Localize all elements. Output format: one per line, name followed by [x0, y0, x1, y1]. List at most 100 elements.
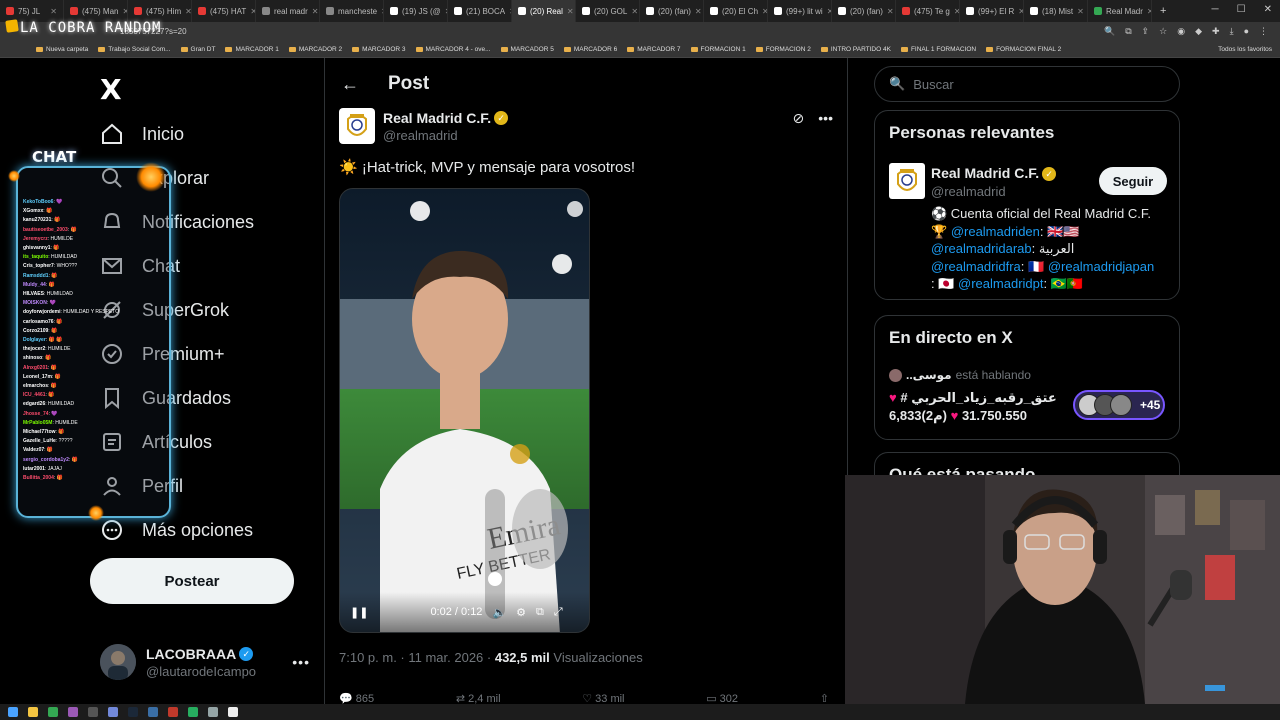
bookmark-item[interactable]: MARCADOR 4 - ove...: [415, 46, 491, 53]
download-icon[interactable]: ⤓: [1230, 26, 1234, 37]
share-icon[interactable]: ⇪: [1142, 26, 1150, 37]
grok-icon[interactable]: ⊘: [793, 110, 805, 127]
bookmark-item[interactable]: MARCADOR 5: [500, 46, 554, 53]
mention-link[interactable]: @realmadridjapan: [1048, 259, 1154, 274]
mention-link[interactable]: @realmadridpt: [958, 276, 1043, 291]
tab-close-icon[interactable]: ✕: [185, 7, 191, 16]
bookmark-item[interactable]: FINAL 1 FORMACION: [900, 46, 976, 53]
bookmark-item[interactable]: MARCADOR 1: [225, 46, 279, 53]
relevant-name[interactable]: Real Madrid C.F. ✓: [931, 165, 1057, 182]
more-icon[interactable]: •••: [818, 110, 833, 127]
search-box[interactable]: 🔍: [874, 66, 1180, 102]
browser-tab[interactable]: (475) Te g ✕: [896, 0, 960, 22]
puzzle-icon[interactable]: ✚: [1212, 26, 1220, 37]
zoom-icon[interactable]: 🔍: [1104, 26, 1115, 37]
x-logo[interactable]: X: [100, 73, 122, 106]
minimize-icon[interactable]: ─: [1212, 4, 1219, 15]
post-timestamp[interactable]: 7:10 p. m. · 11 mar. 2026 ·: [339, 650, 495, 665]
bookmark-item[interactable]: MARCADOR 3: [352, 46, 406, 53]
obs-icon[interactable]: [228, 707, 238, 717]
nav-item-inicio[interactable]: Inicio: [100, 122, 184, 146]
app-icon[interactable]: [68, 707, 78, 717]
relevant-handle[interactable]: @realmadrid: [931, 184, 1006, 199]
chrome-icon[interactable]: [48, 707, 58, 717]
tab-close-icon[interactable]: ✕: [567, 7, 574, 16]
pause-icon[interactable]: ❚❚: [350, 606, 368, 619]
mention-link[interactable]: @realmadridfra: [931, 259, 1021, 274]
browser-tab[interactable]: (19) JS (@✕: [384, 0, 448, 22]
search-input[interactable]: [913, 76, 1154, 92]
space-title[interactable]: ♥ # عتق_رقبه_زياد_الحربي: [889, 390, 1057, 406]
profile-icon[interactable]: ●: [1244, 26, 1249, 37]
author-name[interactable]: Real Madrid C.F.: [383, 110, 491, 126]
app-icon[interactable]: [88, 707, 98, 717]
real-madrid-crest-icon[interactable]: [889, 163, 925, 199]
browser-tab[interactable]: real madr ✕: [256, 0, 320, 22]
listeners-badge[interactable]: +45: [1073, 390, 1165, 420]
app-icon[interactable]: [148, 707, 158, 717]
close-icon[interactable]: ✕: [1264, 4, 1272, 15]
back-arrow-icon[interactable]: ←: [341, 74, 359, 95]
bookmark-item[interactable]: Nueva carpeta: [36, 46, 88, 53]
browser-tab[interactable]: (475) Man✕: [64, 0, 128, 22]
bookmark-item[interactable]: FORMACION 2: [755, 46, 811, 53]
browser-tab[interactable]: (475) HAT✕: [192, 0, 256, 22]
account-switcher[interactable]: LACOBRAAA ✓ @lautarodeIcampo •••: [100, 644, 310, 680]
follow-button[interactable]: Seguir: [1099, 167, 1167, 195]
nav-item-m-s-opciones[interactable]: Más opciones: [100, 518, 253, 542]
browser-tab[interactable]: (475) Him ✕: [128, 0, 192, 22]
bookmark-item[interactable]: MARCADOR 6: [563, 46, 617, 53]
extension-icon[interactable]: ◉: [1177, 26, 1185, 37]
app-icon[interactable]: [168, 707, 178, 717]
extension-icon[interactable]: ◆: [1195, 26, 1202, 37]
browser-tab[interactable]: (99+) El R✕: [960, 0, 1024, 22]
tab-close-icon[interactable]: ✕: [50, 7, 57, 16]
discord-icon[interactable]: [108, 707, 118, 717]
pip-icon[interactable]: ⧉: [536, 606, 544, 619]
bookmark-item[interactable]: MARCADOR 7: [627, 46, 681, 53]
browser-tab[interactable]: (20) El Ch✕: [704, 0, 768, 22]
post-author[interactable]: Real Madrid C.F. ✓ @realmadrid: [339, 108, 509, 144]
tab-close-icon[interactable]: ✕: [312, 7, 319, 16]
mention-link[interactable]: @realmadriden: [951, 224, 1040, 239]
windows-start-icon[interactable]: [8, 707, 18, 717]
mute-icon[interactable]: 🔈: [492, 606, 506, 619]
app-icon[interactable]: [188, 707, 198, 717]
star-icon[interactable]: ☆: [1159, 26, 1167, 37]
bookmark-item[interactable]: FORMACION FINAL 2: [986, 46, 1061, 53]
browser-tab[interactable]: (20) GOL ✕: [576, 0, 640, 22]
browser-tab[interactable]: (20) Real ✕: [512, 0, 576, 22]
tab-close-icon[interactable]: ✕: [695, 7, 702, 16]
live-host[interactable]: ..موسى está hablando: [889, 368, 1031, 382]
settings-icon[interactable]: ⚙: [516, 606, 526, 619]
browser-tab[interactable]: (20) (fan) ✕: [832, 0, 896, 22]
browser-tab[interactable]: mancheste✕: [320, 0, 384, 22]
maximize-icon[interactable]: ☐: [1237, 4, 1246, 15]
browser-tab[interactable]: (99+) lit wi✕: [768, 0, 832, 22]
fullscreen-icon[interactable]: ⤢: [554, 606, 563, 619]
menu-icon[interactable]: ⋮: [1259, 26, 1268, 37]
browser-tab[interactable]: (20) (fan) ✕: [640, 0, 704, 22]
mention-link[interactable]: @realmadridarab: [931, 241, 1032, 256]
new-tab-icon[interactable]: +: [1152, 5, 1174, 17]
post-button[interactable]: Postear: [90, 558, 294, 604]
bookmark-item[interactable]: Trabajo Social Com...: [98, 46, 171, 53]
app-icon[interactable]: [208, 707, 218, 717]
browser-tab[interactable]: (21) BOCA✕: [448, 0, 512, 22]
post-video[interactable]: Emira FLY BETTER ❚❚ 0:02 / 0:12 🔈 ⚙ ⧉ ⤢: [339, 188, 590, 633]
bookmark-item[interactable]: FORMACION 1: [690, 46, 746, 53]
browser-tab[interactable]: 75) JL ✕: [0, 0, 64, 22]
author-handle[interactable]: @realmadrid: [383, 128, 508, 143]
folder-icon[interactable]: [28, 707, 38, 717]
install-icon[interactable]: ⧉: [1125, 26, 1131, 37]
browser-tab[interactable]: Real Madr✕: [1088, 0, 1152, 22]
more-icon[interactable]: •••: [292, 654, 310, 670]
tab-close-icon[interactable]: ✕: [887, 7, 894, 16]
tab-close-icon[interactable]: ✕: [1077, 7, 1084, 16]
bookmark-item[interactable]: INTRO PARTIDO 4K: [820, 46, 891, 53]
bookmark-item[interactable]: Gran DT: [180, 46, 215, 53]
steam-icon[interactable]: [128, 707, 138, 717]
browser-tab[interactable]: (18) Mist ✕: [1024, 0, 1088, 22]
bookmark-item[interactable]: MARCADOR 2: [288, 46, 342, 53]
tab-close-icon[interactable]: ✕: [631, 7, 638, 16]
